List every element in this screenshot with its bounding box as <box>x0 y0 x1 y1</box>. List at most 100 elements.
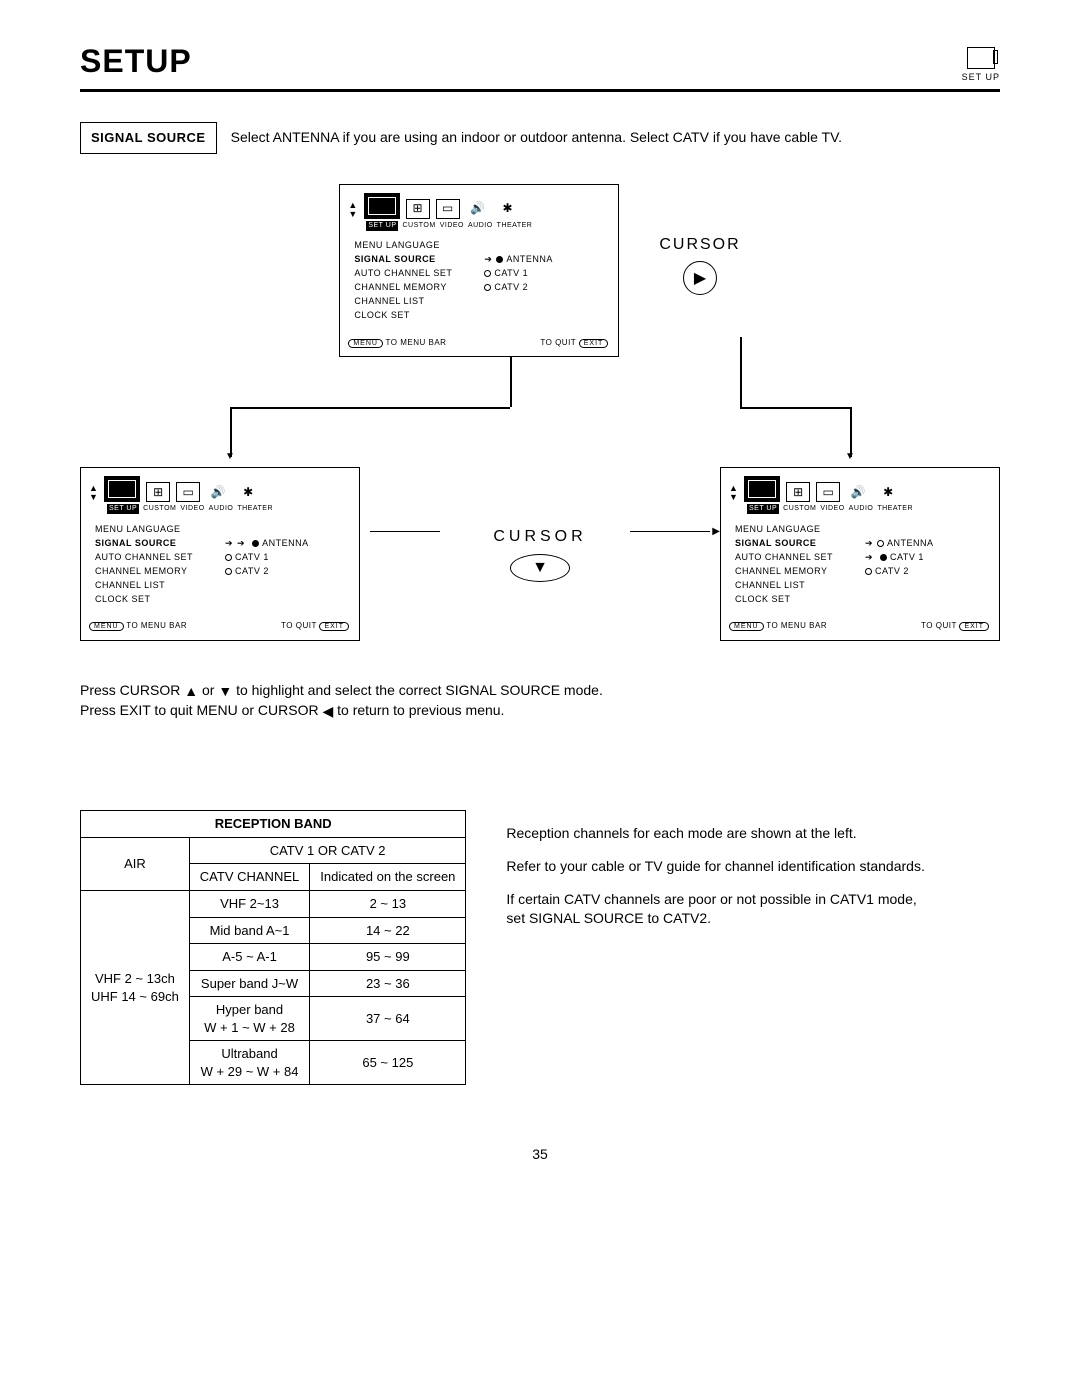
option-label: CATV 2 <box>875 565 909 578</box>
arrow-right-icon: ➔ <box>865 537 873 550</box>
menu-item: CLOCK SET <box>735 593 865 606</box>
instr1b: or <box>198 682 218 698</box>
custom-icon: ⊞ <box>786 482 810 502</box>
cursor-label: CURSOR <box>659 234 740 256</box>
table-cell: 95 ~ 99 <box>310 944 466 971</box>
menu-item: CHANNEL LIST <box>95 579 225 592</box>
instr2b: to return to previous menu. <box>333 702 504 718</box>
audio-icon: 🔊 <box>846 482 870 502</box>
air-cell: VHF 2 ~ 13chUHF 14 ~ 69ch <box>81 891 190 1085</box>
menu-footer-text: TO QUIT <box>540 338 576 347</box>
page-title: SETUP <box>80 40 192 83</box>
menu-softkey: MENU <box>89 622 124 631</box>
menu-option: CATV 1 <box>225 551 269 564</box>
tv-icon <box>967 47 995 69</box>
radio-icon <box>484 284 491 291</box>
custom-icon: ⊞ <box>146 482 170 502</box>
subheader: CATV 1 OR CATV 2 <box>189 837 466 864</box>
menu-option: ➔ ANTENNA <box>237 537 309 550</box>
video-icon: ▭ <box>436 199 460 219</box>
menu-item: CHANNEL LIST <box>354 295 484 308</box>
menu-item: AUTO CHANNEL SET <box>354 267 484 280</box>
radio-icon <box>880 554 887 561</box>
diagram-top: ▲▼⊞▭🔊✱SET UPCUSTOMVIDEOAUDIOTHEATERMENU … <box>80 184 1000 358</box>
table-cell: VHF 2~13 <box>189 891 309 918</box>
menu-tab: CUSTOM <box>402 221 435 231</box>
menu-footer-text: TO MENU BAR <box>766 621 827 630</box>
note-3: If certain CATV channels are poor or not… <box>506 890 936 928</box>
menu-item: SIGNAL SOURCE <box>735 537 865 550</box>
setup-icon-label: SET UP <box>962 72 1000 82</box>
video-icon: ▭ <box>176 482 200 502</box>
audio-icon: 🔊 <box>466 199 490 219</box>
note-2: Refer to your cable or TV guide for chan… <box>506 857 936 876</box>
menu-tab: THEATER <box>877 504 913 514</box>
option-label: CATV 2 <box>235 565 269 578</box>
cursor-right-button[interactable]: ▶ <box>683 261 717 295</box>
menu-footer-text: TO QUIT <box>921 621 957 630</box>
cursor-right-block: CURSOR ▶ <box>659 234 740 296</box>
menu-footer-text: TO MENU BAR <box>126 621 187 630</box>
page-number: 35 <box>80 1145 1000 1164</box>
note-1: Reception channels for each mode are sho… <box>506 824 936 843</box>
radio-icon <box>877 540 884 547</box>
table-cell: 14 ~ 22 <box>310 917 466 944</box>
menu-item: AUTO CHANNEL SET <box>95 551 225 564</box>
radio-icon <box>252 540 259 547</box>
header-divider <box>80 89 1000 92</box>
menu-tab: SET UP <box>366 221 398 231</box>
cursor-down-button[interactable]: ▼ <box>510 554 570 582</box>
menu-tab: VIDEO <box>440 221 464 231</box>
col-catv: CATV CHANNEL <box>189 864 309 891</box>
menu-item: CHANNEL LIST <box>735 579 865 592</box>
nav-arrows-icon: ▲▼ <box>348 201 357 219</box>
option-label: ANTENNA <box>506 253 553 266</box>
signal-source-row: SIGNAL SOURCE Select ANTENNA if you are … <box>80 122 1000 154</box>
menu-option: ANTENNA <box>496 253 553 266</box>
theater-icon: ✱ <box>496 199 520 219</box>
menu-item: CHANNEL MEMORY <box>735 565 865 578</box>
menu-tab: SET UP <box>107 504 139 514</box>
signal-source-label: SIGNAL SOURCE <box>80 122 217 154</box>
theater-icon: ✱ <box>236 482 260 502</box>
left-triangle-icon: ◀ <box>322 702 333 721</box>
arrow-right-icon: ➔ <box>237 537 245 550</box>
reception-band-section: RECEPTION BAND AIR CATV 1 OR CATV 2 CATV… <box>80 810 1000 1085</box>
menu-tab: AUDIO <box>468 221 493 231</box>
exit-softkey: EXIT <box>579 339 609 348</box>
table-cell: Super band J~W <box>189 970 309 997</box>
arrow-right-icon: ➔ <box>484 253 492 266</box>
side-notes: Reception channels for each mode are sho… <box>476 810 936 942</box>
cursor-label-2: CURSOR <box>493 526 586 548</box>
menu-footer-text: TO MENU BAR <box>386 338 447 347</box>
menu-item: SIGNAL SOURCE <box>95 537 225 550</box>
table-cell: 65 ~ 125 <box>310 1041 466 1085</box>
menu-tab: SET UP <box>747 504 779 514</box>
option-label: ANTENNA <box>262 537 309 550</box>
table-cell: Mid band A~1 <box>189 917 309 944</box>
menu-tab: VIDEO <box>820 504 844 514</box>
tv-menu-icon <box>364 193 400 219</box>
menu-tab: VIDEO <box>180 504 204 514</box>
table-cell: 23 ~ 36 <box>310 970 466 997</box>
menu-option: ➔CATV 1 <box>865 551 924 564</box>
cursor-down-block: CURSOR ▼ <box>493 526 586 582</box>
menu-option: CATV 2 <box>484 281 528 294</box>
instructions: Press CURSOR ▲ or ▼ to highlight and sel… <box>80 681 1000 720</box>
reception-band-table: RECEPTION BAND AIR CATV 1 OR CATV 2 CATV… <box>80 810 466 1085</box>
menu-item: CLOCK SET <box>354 309 484 322</box>
radio-icon <box>496 256 503 263</box>
option-label: CATV 2 <box>494 281 528 294</box>
table-cell: Ultraband W + 29 ~ W + 84 <box>189 1041 309 1085</box>
instr1c: to highlight and select the correct SIGN… <box>232 682 603 698</box>
option-label: CATV 1 <box>235 551 269 564</box>
menu-box-1: ▲▼⊞▭🔊✱SET UPCUSTOMVIDEOAUDIOTHEATERMENU … <box>339 184 619 358</box>
menu-tab: THEATER <box>497 221 533 231</box>
instr2a: Press EXIT to quit MENU or CURSOR <box>80 702 322 718</box>
menu-item: MENU LANGUAGE <box>354 239 484 252</box>
tv-menu-icon <box>104 476 140 502</box>
radio-icon <box>225 554 232 561</box>
menu-tab: CUSTOM <box>783 504 816 514</box>
table-title: RECEPTION BAND <box>81 811 466 838</box>
menu-item: MENU LANGUAGE <box>735 523 865 536</box>
